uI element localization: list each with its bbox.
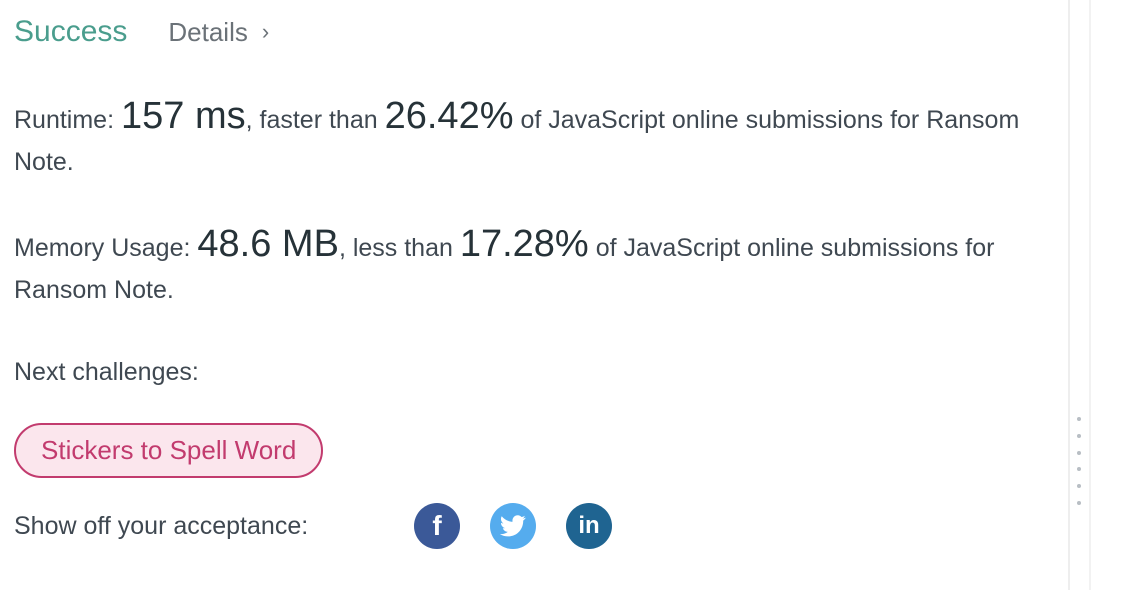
memory-percent: 17.28% — [459, 223, 589, 265]
runtime-label: Runtime: — [14, 106, 115, 134]
panel-divider — [1068, 0, 1070, 590]
chevron-right-icon: › — [261, 19, 270, 44]
memory-stat: Memory Usage: 48.6 MB, less than 17.28% … — [14, 223, 1024, 311]
status-label: Success — [14, 15, 128, 48]
handle-dot — [1077, 467, 1081, 472]
handle-dot — [1077, 450, 1081, 455]
runtime-percent: 26.42% — [384, 95, 514, 137]
share-label: Show off your acceptance: — [14, 511, 309, 540]
details-link[interactable]: Details › — [168, 13, 269, 51]
handle-dot — [1077, 484, 1081, 489]
panel-divider-secondary — [1089, 0, 1091, 590]
handle-dot — [1077, 433, 1081, 438]
memory-value: 48.6 MB — [197, 223, 339, 265]
memory-label: Memory Usage: — [14, 234, 191, 262]
runtime-stat: Runtime: 157 ms, faster than 26.42% of J… — [14, 95, 1024, 183]
next-challenges-label: Next challenges: — [14, 358, 199, 386]
submission-result-page: Success Details › Runtime: 157 ms, faste… — [0, 0, 1124, 590]
share-row: Show off your acceptance: f in — [14, 503, 642, 549]
twitter-icon[interactable] — [490, 503, 536, 549]
handle-dot — [1077, 417, 1081, 421]
linkedin-icon[interactable]: in — [566, 503, 612, 549]
resize-handle[interactable] — [1074, 415, 1084, 507]
result-header: Success Details › — [14, 13, 269, 51]
challenge-pill-stickers[interactable]: Stickers to Spell Word — [14, 423, 324, 478]
details-label: Details — [168, 17, 248, 47]
memory-mid-text: , less than — [338, 234, 453, 262]
twitter-bird-glyph — [500, 515, 526, 537]
runtime-value: 157 ms — [121, 95, 246, 137]
handle-dot — [1077, 500, 1081, 505]
runtime-mid-text: , faster than — [245, 106, 378, 134]
facebook-icon[interactable]: f — [414, 503, 460, 549]
